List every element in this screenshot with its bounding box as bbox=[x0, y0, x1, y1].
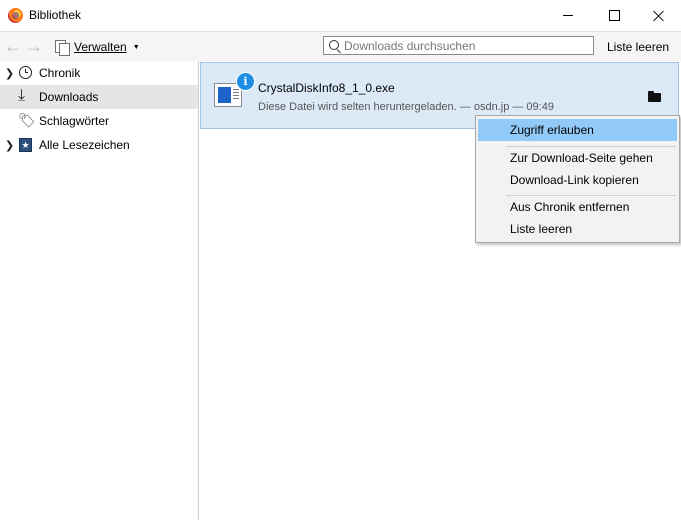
menu-item-go-to-download-page[interactable]: Zur Download-Seite gehen bbox=[478, 147, 677, 169]
toolbar: ← → Verwalten ▼ Liste leeren bbox=[0, 31, 681, 62]
sidebar-item-label: Schlagwörter bbox=[39, 114, 110, 128]
info-icon: i bbox=[236, 72, 255, 91]
window-title: Bibliothek bbox=[29, 8, 82, 22]
organize-label: Verwalten bbox=[74, 40, 127, 54]
sidebar-item-downloads[interactable]: ⤓ Downloads bbox=[0, 85, 198, 109]
menu-item-allow-download[interactable]: Zugriff erlauben bbox=[478, 119, 677, 141]
context-menu: Zugriff erlauben Zur Download-Seite gehe… bbox=[475, 115, 680, 243]
maximize-icon bbox=[608, 10, 620, 21]
sidebar-item-history[interactable]: ❯ Chronik bbox=[0, 61, 198, 85]
expand-arrow-icon[interactable]: ❯ bbox=[5, 67, 14, 80]
search-icon bbox=[329, 40, 339, 50]
menu-item-copy-download-link[interactable]: Download-Link kopieren bbox=[478, 169, 677, 191]
download-filename: CrystalDiskInfo8_1_0.exe bbox=[258, 81, 395, 95]
forward-arrow-icon[interactable]: → bbox=[25, 36, 43, 56]
organize-menu-button[interactable]: Verwalten ▼ bbox=[55, 37, 140, 57]
menu-item-remove-from-history[interactable]: Aus Chronik entfernen bbox=[478, 196, 677, 218]
search-box[interactable] bbox=[323, 36, 594, 55]
menu-item-clear-list[interactable]: Liste leeren bbox=[478, 218, 677, 240]
sidebar: ❯ Chronik ⤓ Downloads 🏷︎ Schlagwörter ❯ … bbox=[0, 61, 199, 520]
close-button[interactable] bbox=[636, 0, 681, 31]
download-status: Diese Datei wird selten heruntergeladen.… bbox=[258, 101, 554, 113]
organize-icon bbox=[55, 40, 70, 56]
clock-icon bbox=[19, 66, 32, 79]
close-icon bbox=[653, 10, 665, 22]
sidebar-item-label: Alle Lesezeichen bbox=[39, 138, 130, 152]
minimize-icon bbox=[563, 15, 573, 16]
open-folder-icon[interactable] bbox=[648, 91, 664, 103]
clear-list-button[interactable]: Liste leeren bbox=[607, 40, 669, 54]
bookmarks-star-icon: ★ bbox=[19, 138, 32, 152]
tag-icon: 🏷︎ bbox=[18, 112, 36, 128]
sidebar-item-label: Downloads bbox=[39, 90, 99, 104]
dropdown-caret-icon: ▼ bbox=[132, 43, 140, 51]
sidebar-item-all-bookmarks[interactable]: ❯ ★ Alle Lesezeichen bbox=[0, 133, 198, 157]
sidebar-item-label: Chronik bbox=[39, 66, 81, 80]
download-icon: ⤓ bbox=[18, 87, 26, 104]
firefox-logo-icon bbox=[8, 8, 23, 23]
back-arrow-icon[interactable]: ← bbox=[4, 36, 22, 56]
search-input[interactable] bbox=[344, 38, 589, 53]
sidebar-item-tags[interactable]: 🏷︎ Schlagwörter bbox=[0, 109, 198, 133]
expand-arrow-icon[interactable]: ❯ bbox=[5, 139, 14, 152]
minimize-button[interactable] bbox=[545, 0, 591, 31]
maximize-button[interactable] bbox=[591, 0, 637, 31]
title-bar: Bibliothek bbox=[0, 0, 681, 31]
